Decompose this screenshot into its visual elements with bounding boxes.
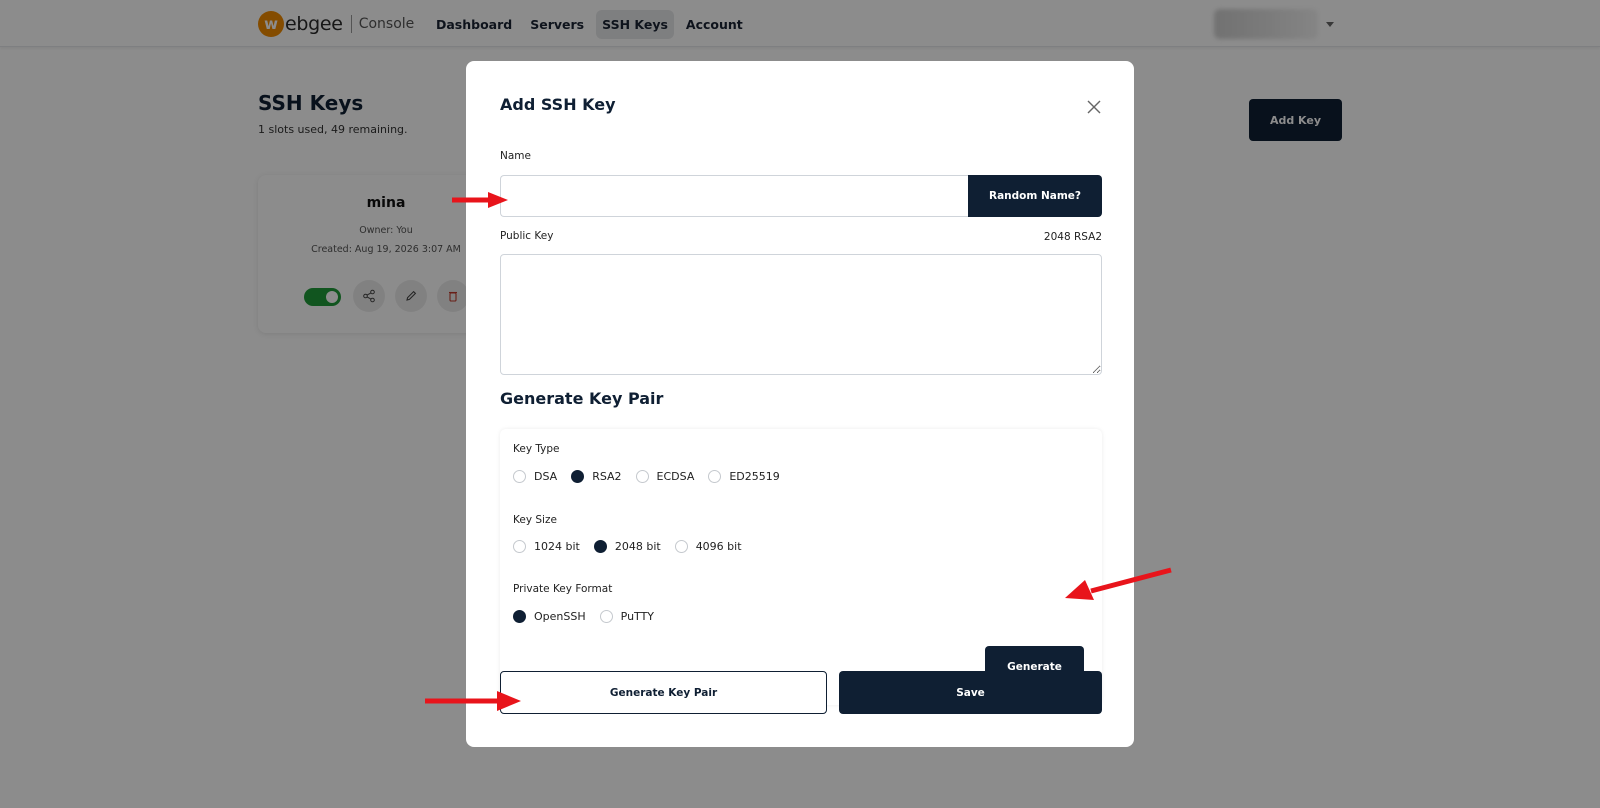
annotation-arrow-icon [1065,567,1172,600]
generate-key-pair-panel: Key Type DSA RSA2 ECDSA ED25519 Key Size… [500,429,1102,705]
radio-label: 1024 bit [534,540,580,553]
key-size-label: Key Size [513,514,557,526]
radio-label: ECDSA [656,470,695,483]
key-size-group: 1024 bit 2048 bit 4096 bit [513,540,756,553]
radio-ecdsa[interactable]: ECDSA [635,470,695,483]
radio-indicator [599,610,613,623]
radio-indicator [674,540,688,553]
radio-label: DSA [534,470,558,483]
radio-dsa[interactable]: DSA [513,470,557,483]
generate-section-title: Generate Key Pair [500,389,664,408]
radio-putty[interactable]: PuTTY [599,610,655,623]
name-input[interactable] [500,175,970,217]
save-button[interactable]: Save [839,671,1102,714]
annotation-arrow-icon [452,192,508,208]
radio-indicator [513,470,526,483]
radio-ed25519[interactable]: ED25519 [708,470,780,483]
public-key-textarea[interactable] [500,254,1102,375]
radio-label: ED25519 [729,470,780,483]
public-key-label: Public Key [500,230,554,242]
close-icon [1087,100,1101,114]
radio-label: RSA2 [592,470,622,483]
private-key-format-label: Private Key Format [513,583,613,595]
radio-1024-bit[interactable]: 1024 bit [513,540,580,553]
modal-title: Add SSH Key [500,95,616,114]
radio-label: 2048 bit [614,540,661,553]
radio-indicator [513,540,526,553]
close-button[interactable] [1085,98,1103,116]
public-key-meta: 2048 RSA2 [1043,231,1102,243]
radio-indicator [635,470,649,483]
radio-indicator [571,470,585,483]
radio-label: OpenSSH [534,610,586,623]
radio-indicator [593,540,607,553]
format-group: OpenSSH PuTTY [513,610,668,623]
radio-indicator [708,470,722,483]
radio-rsa2[interactable]: RSA2 [571,470,622,483]
key-type-group: DSA RSA2 ECDSA ED25519 [513,470,794,483]
generate-key-pair-button[interactable]: Generate Key Pair [500,671,827,714]
random-name-button[interactable]: Random Name? [968,175,1102,217]
radio-openssh[interactable]: OpenSSH [513,610,586,623]
radio-label: PuTTY [620,610,655,623]
name-label: Name [500,150,531,162]
key-type-label: Key Type [513,443,560,455]
add-ssh-key-modal: Add SSH Key Name Random Name? Public Key… [466,61,1134,747]
radio-2048-bit[interactable]: 2048 bit [593,540,661,553]
radio-4096-bit[interactable]: 4096 bit [674,540,742,553]
radio-label: 4096 bit [695,540,742,553]
radio-indicator [513,610,526,623]
annotation-arrow-icon [425,691,521,711]
